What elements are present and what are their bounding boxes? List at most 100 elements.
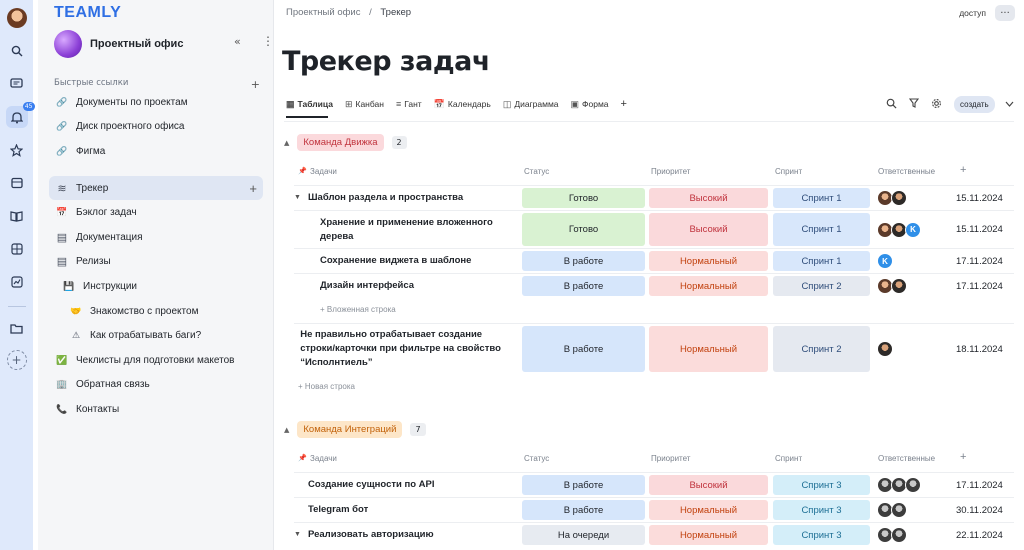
status-badge[interactable]: В работе — [522, 475, 645, 495]
apps-icon[interactable] — [6, 238, 28, 260]
assignees[interactable] — [877, 523, 907, 547]
sprint-badge[interactable]: Спринт 3 — [773, 525, 870, 545]
assignee-avatar[interactable]: K — [877, 253, 893, 269]
priority-badge[interactable]: Высокий — [649, 188, 768, 208]
task-cell[interactable]: ▼ Реализовать авторизацию — [294, 523, 504, 547]
sprint-badge[interactable]: Спринт 3 — [773, 475, 870, 495]
due-date[interactable]: 17.11.2024 — [956, 274, 1003, 298]
column-priority[interactable]: Приоритет — [651, 454, 690, 463]
status-badge[interactable]: Готово — [522, 213, 645, 246]
sprint-badge[interactable]: Спринт 3 — [773, 500, 870, 520]
add-column-icon[interactable]: + — [960, 164, 966, 176]
due-date[interactable]: 30.11.2024 — [956, 498, 1003, 522]
tab-view[interactable]: ◫ Диаграмма — [503, 99, 559, 110]
sidebar-item[interactable]: 🏢 Обратная связь — [49, 373, 263, 397]
add-column-icon[interactable]: + — [960, 451, 966, 463]
add-space-button[interactable]: + — [6, 350, 27, 370]
priority-badge[interactable]: Высокий — [649, 213, 768, 246]
settings-gear-icon[interactable] — [931, 98, 942, 112]
table-row[interactable]: Сохранение виджета в шаблоне В работе Норм… — [294, 248, 1014, 273]
table-row[interactable]: Дизайн интерфейса В работе Нормальный Сприн… — [294, 273, 1014, 298]
assignee-avatar[interactable] — [905, 477, 921, 493]
inbox-icon[interactable] — [6, 172, 28, 194]
collapse-sidebar-icon[interactable]: « — [234, 35, 241, 48]
sprint-badge[interactable]: Спринт 1 — [773, 188, 870, 208]
column-status[interactable]: Статус — [524, 167, 549, 176]
chart-icon[interactable] — [6, 271, 28, 293]
tab-view[interactable]: 📅 Календарь — [434, 99, 491, 110]
task-cell[interactable]: Telegram бот — [294, 498, 504, 522]
assignee-avatar[interactable] — [891, 278, 907, 294]
quick-link-item[interactable]: 🔗 Документы по проектам — [49, 90, 263, 114]
status-badge[interactable]: Готово — [522, 188, 645, 208]
sidebar-item[interactable]: ✅ Чеклисты для подготовки макетов — [49, 348, 263, 372]
column-owner[interactable]: Ответственные — [878, 167, 935, 176]
task-cell[interactable]: ▼ Шаблон раздела и пространства — [294, 186, 504, 210]
sprint-badge[interactable]: Спринт 2 — [773, 276, 870, 296]
table-row[interactable]: Хранение и применение вложенного дерева Г… — [294, 210, 1014, 248]
status-badge[interactable]: В работе — [522, 326, 645, 372]
column-priority[interactable]: Приоритет — [651, 167, 690, 176]
sidebar-item[interactable]: ▤ Документация — [49, 225, 263, 249]
expand-row-icon[interactable]: ▼ — [294, 528, 308, 542]
assignees[interactable] — [877, 186, 907, 210]
status-badge[interactable]: В работе — [522, 276, 645, 296]
expand-row-icon[interactable]: ▼ — [294, 191, 308, 205]
column-owner[interactable]: Ответственные — [878, 454, 935, 463]
space-switcher[interactable]: Проектный офис « ⋮ — [54, 30, 274, 58]
star-icon[interactable] — [6, 139, 28, 161]
sidebar-item[interactable]: 📅 Бэклог задач — [49, 201, 263, 225]
chevron-down-icon[interactable] — [1005, 100, 1014, 110]
column-sprint[interactable]: Спринт — [775, 167, 802, 176]
collapse-group-icon[interactable]: ▲ — [284, 139, 289, 147]
assignee-avatar[interactable]: K — [905, 221, 921, 238]
task-cell[interactable]: Дизайн интерфейса — [294, 274, 504, 298]
access-button[interactable]: доступ — [959, 8, 986, 18]
sidebar-item[interactable]: ⚠ Как отрабатывать баги? — [49, 324, 263, 348]
sidebar-item[interactable]: ≋ Трекер + — [49, 176, 263, 200]
priority-badge[interactable]: Нормальный — [649, 251, 768, 271]
sprint-badge[interactable]: Спринт 2 — [773, 326, 870, 372]
task-cell[interactable]: Не правильно отрабатывает создание строк… — [294, 324, 504, 374]
due-date[interactable]: 15.11.2024 — [956, 186, 1003, 210]
group-header[interactable]: ▲ Команда Движка 2 — [284, 134, 407, 151]
user-avatar[interactable] — [6, 8, 27, 28]
quick-link-item[interactable]: 🔗 Фигма — [49, 139, 263, 163]
column-tasks[interactable]: Задачи — [310, 454, 337, 463]
sidebar-item[interactable]: 📞 Контакты — [49, 397, 263, 421]
tab-view[interactable]: ⊞ Канбан — [345, 99, 384, 110]
due-date[interactable]: 18.11.2024 — [956, 324, 1003, 374]
task-cell[interactable]: Создание сущности по API — [294, 473, 504, 497]
assignee-avatar[interactable] — [891, 190, 907, 206]
due-date[interactable]: 22.11.2024 — [956, 523, 1003, 547]
search-icon[interactable] — [6, 40, 28, 62]
quick-link-item[interactable]: 🔗 Диск проектного офиса — [49, 115, 263, 139]
book-icon[interactable] — [6, 205, 28, 227]
assignees[interactable]: K — [877, 249, 893, 273]
column-tasks[interactable]: Задачи — [310, 167, 337, 176]
sidebar-item[interactable]: 🤝 Знакомство с проектом — [49, 299, 263, 323]
breadcrumb-root[interactable]: Проектный офис — [286, 7, 360, 18]
app-logo[interactable]: TEAMLY — [54, 4, 121, 22]
priority-badge[interactable]: Нормальный — [649, 326, 768, 372]
add-page-icon[interactable]: + — [249, 181, 257, 196]
tab-view[interactable]: ≡ Гант — [396, 99, 422, 109]
tab-view[interactable]: ▦ Таблица — [286, 99, 333, 110]
sprint-badge[interactable]: Спринт 1 — [773, 251, 870, 271]
table-row[interactable]: Telegram бот В работе Нормальный Спринт 3 30… — [294, 497, 1014, 522]
priority-badge[interactable]: Нормальный — [649, 500, 768, 520]
priority-badge[interactable]: Высокий — [649, 475, 768, 495]
assignees[interactable] — [877, 473, 921, 497]
due-date[interactable]: 15.11.2024 — [956, 211, 1003, 248]
due-date[interactable]: 17.11.2024 — [956, 249, 1003, 273]
priority-badge[interactable]: Нормальный — [649, 276, 768, 296]
priority-badge[interactable]: Нормальный — [649, 525, 768, 545]
assignee-avatar[interactable] — [877, 341, 893, 357]
status-badge[interactable]: На очереди — [522, 525, 645, 545]
add-nested-row-button[interactable]: + Вложенная строка — [320, 305, 396, 314]
sprint-badge[interactable]: Спринт 1 — [773, 213, 870, 246]
add-row-button[interactable]: + Новая строка — [298, 382, 355, 391]
table-row[interactable]: ▼ Реализовать авторизацию На очереди Нормал… — [294, 522, 1014, 547]
more-options-button[interactable]: ··· — [995, 5, 1015, 21]
create-button[interactable]: создать — [954, 96, 995, 113]
